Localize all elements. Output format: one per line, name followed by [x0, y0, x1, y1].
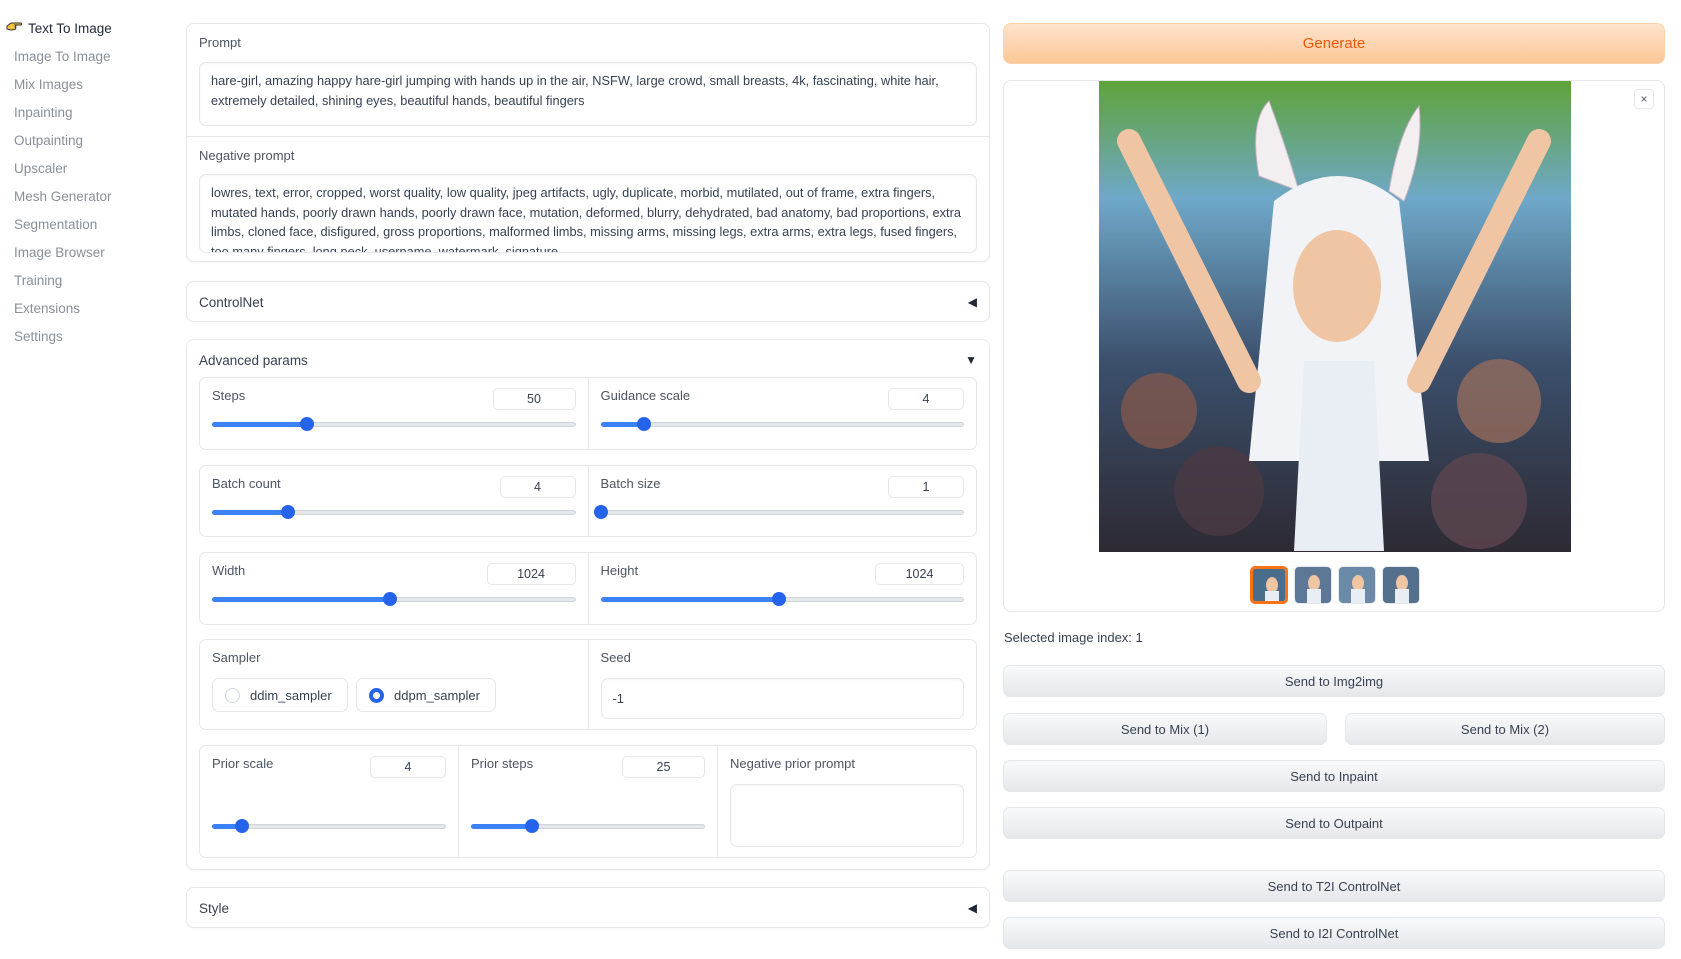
thumbnail-strip	[1250, 566, 1420, 604]
batch-count-input[interactable]: 4	[499, 476, 576, 498]
sidebar-item-image-browser[interactable]: Image Browser	[0, 238, 175, 266]
height-input[interactable]: 1024	[875, 563, 964, 585]
sampler-seed-row: Sampler ddim_sampler ddpm_sampler Seed -…	[199, 639, 977, 730]
radio-checked-icon	[369, 687, 384, 703]
collapse-arrow-icon: ◀	[967, 901, 977, 915]
prompt-label: Prompt	[199, 35, 241, 50]
steps-label: Steps	[212, 388, 246, 403]
prior-steps-input[interactable]: 25	[622, 756, 705, 778]
send-to-inpaint-button[interactable]: Send to Inpaint	[1003, 760, 1665, 792]
prior-scale-label: Prior scale	[212, 756, 274, 771]
sidebar-item-training[interactable]: Training	[0, 266, 175, 294]
thumbnail-1[interactable]	[1250, 566, 1288, 604]
batch-size-label: Batch size	[600, 476, 661, 491]
prior-scale-input[interactable]: 4	[370, 756, 446, 778]
sidebar-item-image-to-image[interactable]: Image To Image	[0, 42, 175, 70]
batch-size-input[interactable]: 1	[888, 476, 964, 498]
prior-row: Prior scale 4 Prior steps 25 Negative pr…	[199, 745, 977, 858]
collapse-arrow-icon: ◀	[967, 295, 977, 309]
send-to-mix-1-button[interactable]: Send to Mix (1)	[1003, 713, 1327, 745]
width-input[interactable]: 1024	[486, 563, 576, 585]
guidance-scale-control: Guidance scale 4	[587, 378, 977, 449]
prior-scale-slider[interactable]	[212, 818, 446, 834]
height-label: Height	[600, 563, 639, 578]
send-to-mix-2-button[interactable]: Send to Mix (2)	[1345, 713, 1665, 745]
advanced-params-title: Advanced params	[199, 352, 308, 368]
sampler-option-ddpm[interactable]: ddpm_sampler	[356, 678, 496, 712]
controlnet-title: ControlNet	[199, 294, 264, 310]
prior-scale-control: Prior scale 4	[200, 746, 458, 857]
selected-image-index: Selected image index: 1	[1004, 630, 1143, 645]
sidebar-item-text-to-image[interactable]: Text To Image	[0, 14, 175, 42]
prior-steps-slider[interactable]	[471, 818, 705, 834]
sampler-label: Sampler	[212, 650, 261, 665]
batch-size-control: Batch size 1	[587, 466, 977, 536]
controlnet-accordion[interactable]: ControlNet ◀	[186, 281, 990, 322]
guidance-scale-slider[interactable]	[600, 416, 964, 432]
steps-input[interactable]: 50	[492, 388, 576, 410]
advanced-params-header[interactable]: Advanced params ▼	[187, 340, 989, 380]
prior-steps-label: Prior steps	[471, 756, 534, 771]
sidebar-item-mesh-generator[interactable]: Mesh Generator	[0, 182, 175, 210]
sampler-option-label: ddim_sampler	[250, 687, 332, 703]
width-label: Width	[212, 563, 246, 578]
generate-button[interactable]: Generate	[1003, 23, 1665, 64]
image-gallery: ×	[1003, 80, 1665, 612]
steps-slider[interactable]	[212, 416, 576, 432]
sampler-option-ddim[interactable]: ddim_sampler	[212, 678, 348, 712]
close-icon[interactable]: ×	[1634, 89, 1654, 109]
steps-control: Steps 50	[200, 378, 588, 449]
prior-steps-control: Prior steps 25	[458, 746, 717, 857]
guidance-scale-input[interactable]: 4	[888, 388, 964, 410]
thumbnail-2[interactable]	[1294, 566, 1332, 604]
steps-guidance-row: Steps 50 Guidance scale 4	[199, 377, 977, 450]
sidebar-item-segmentation[interactable]: Segmentation	[0, 210, 175, 238]
negative-prompt-input[interactable]: lowres, text, error, cropped, worst qual…	[199, 174, 977, 253]
seed-control: Seed -1	[587, 640, 977, 729]
expand-arrow-icon: ▼	[965, 353, 977, 367]
width-slider[interactable]	[212, 591, 576, 607]
dimensions-row: Width 1024 Height 1024	[199, 552, 977, 625]
batch-count-slider[interactable]	[212, 504, 576, 520]
batch-row: Batch count 4 Batch size 1	[199, 465, 977, 537]
sidebar: Text To Image Image To Image Mix Images …	[0, 14, 175, 350]
seed-input[interactable]: -1	[600, 678, 964, 719]
sidebar-item-label: Text To Image	[28, 20, 112, 36]
seed-label: Seed	[600, 650, 631, 665]
negative-prior-prompt-control: Negative prior prompt	[717, 746, 976, 857]
send-to-outpaint-button[interactable]: Send to Outpaint	[1003, 807, 1665, 839]
batch-size-slider[interactable]	[593, 504, 964, 520]
width-control: Width 1024	[200, 553, 588, 624]
thumbnail-4[interactable]	[1382, 566, 1420, 604]
prompt-divider	[187, 136, 989, 137]
sampler-control: Sampler ddim_sampler ddpm_sampler	[200, 640, 588, 729]
sidebar-item-mix-images[interactable]: Mix Images	[0, 70, 175, 98]
negative-prior-prompt-label: Negative prior prompt	[730, 756, 855, 771]
send-to-t2i-controlnet-button[interactable]: Send to T2I ControlNet	[1003, 870, 1665, 902]
sampler-option-label: ddpm_sampler	[394, 687, 480, 703]
sidebar-item-upscaler[interactable]: Upscaler	[0, 154, 175, 182]
sidebar-item-settings[interactable]: Settings	[0, 322, 175, 350]
negative-prior-prompt-input[interactable]	[730, 784, 964, 847]
send-to-i2i-controlnet-button[interactable]: Send to I2I ControlNet	[1003, 917, 1665, 949]
height-control: Height 1024	[587, 553, 977, 624]
sidebar-item-inpainting[interactable]: Inpainting	[0, 98, 175, 126]
pointing-hand-icon	[6, 20, 23, 36]
advanced-params-panel: Advanced params ▼ Steps 50 Guidance scal…	[186, 339, 990, 870]
radio-unchecked-icon	[225, 687, 240, 703]
thumbnail-3[interactable]	[1338, 566, 1376, 604]
style-accordion[interactable]: Style ◀	[186, 887, 990, 928]
generated-image[interactable]	[1099, 81, 1571, 552]
style-title: Style	[199, 900, 230, 916]
sidebar-item-extensions[interactable]: Extensions	[0, 294, 175, 322]
sidebar-item-outpainting[interactable]: Outpainting	[0, 126, 175, 154]
batch-count-label: Batch count	[212, 476, 281, 491]
height-slider[interactable]	[600, 591, 964, 607]
batch-count-control: Batch count 4	[200, 466, 588, 536]
guidance-scale-label: Guidance scale	[600, 388, 691, 403]
prompt-input[interactable]: hare-girl, amazing happy hare-girl jumpi…	[199, 62, 977, 126]
negative-prompt-label: Negative prompt	[199, 148, 295, 163]
send-to-img2img-button[interactable]: Send to Img2img	[1003, 665, 1665, 697]
prompt-panel: Prompt hare-girl, amazing happy hare-gir…	[186, 23, 990, 262]
